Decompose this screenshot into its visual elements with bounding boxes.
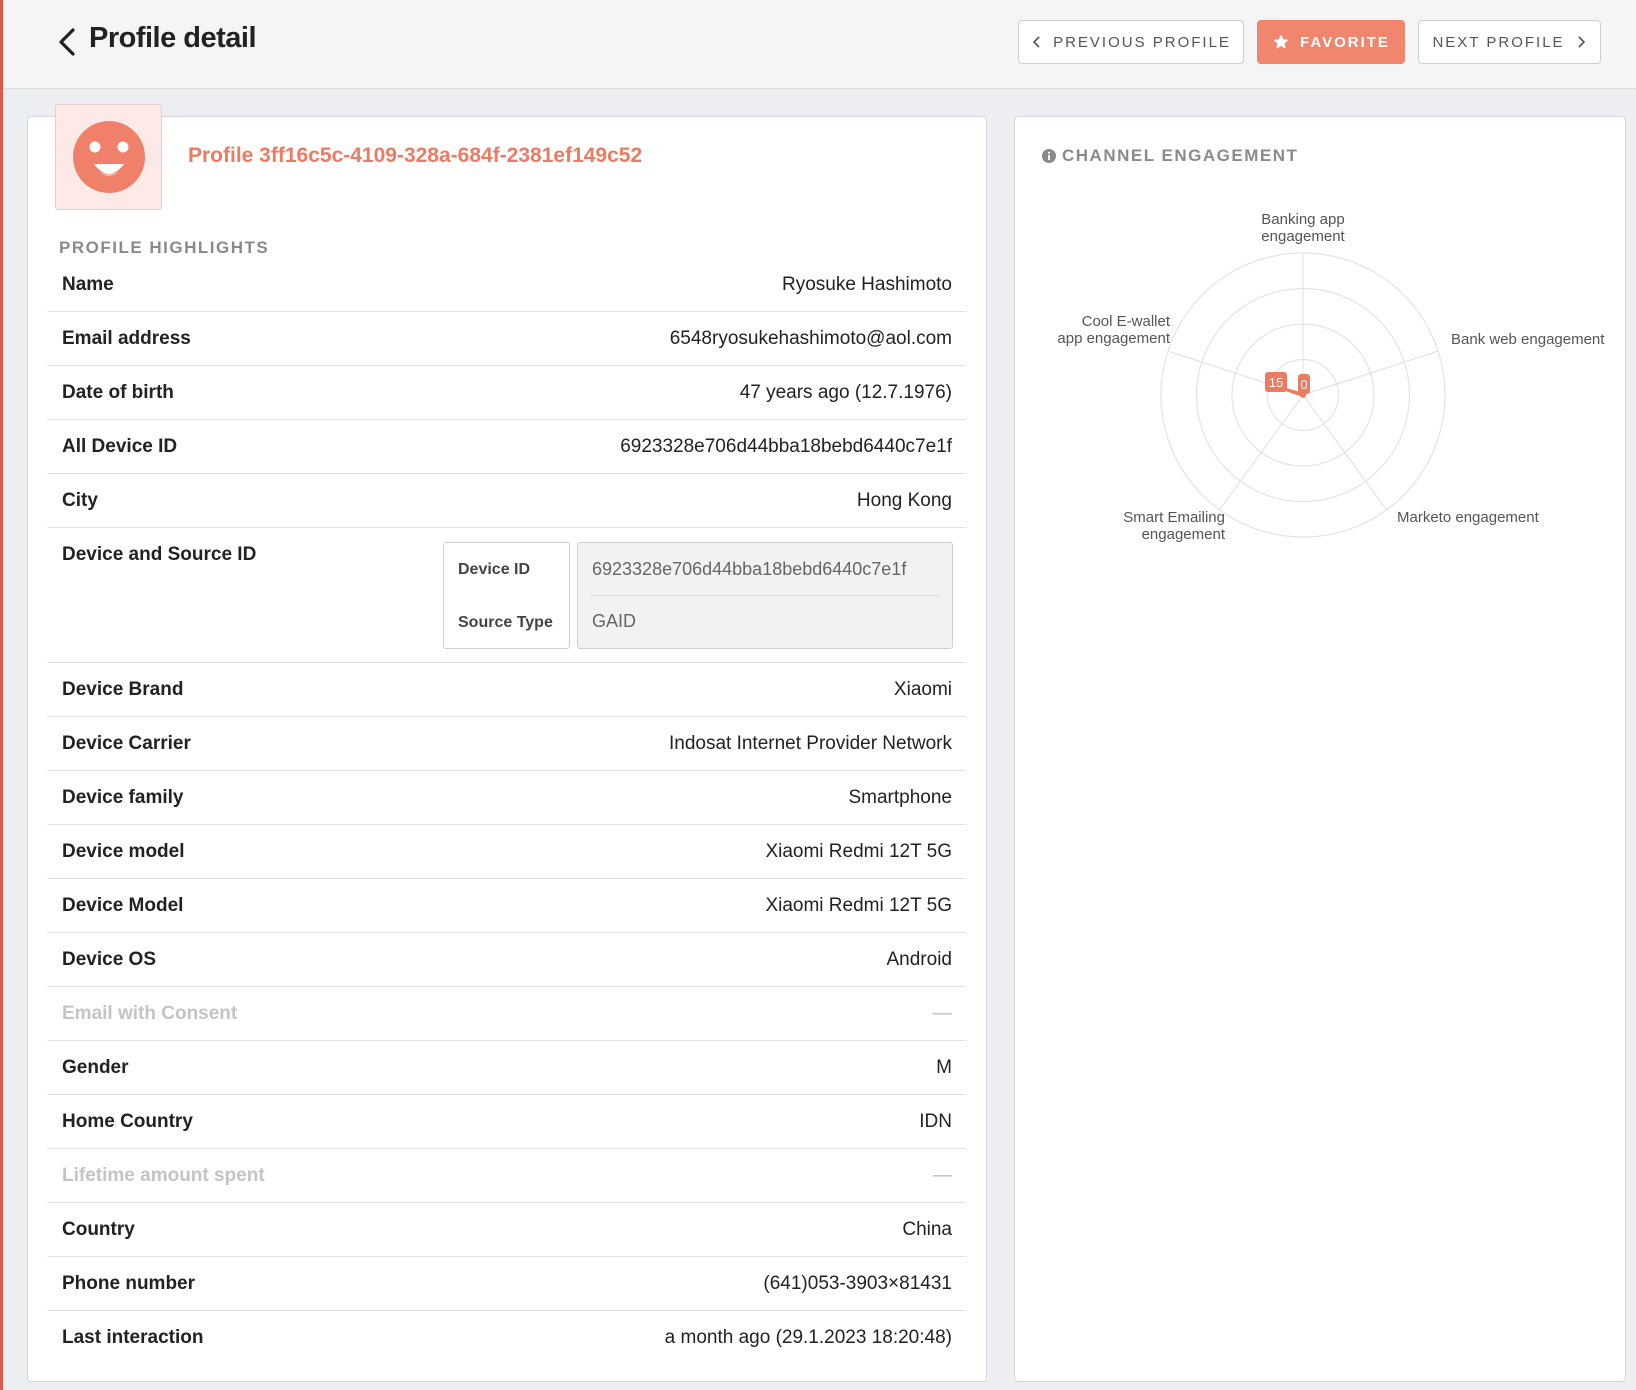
attribute-label: Gender — [62, 1057, 129, 1078]
left-accent-bar — [0, 0, 3, 1390]
attribute-row-gender: Gender M — [47, 1041, 966, 1095]
attribute-row-device-brand: Device Brand Xiaomi — [47, 663, 966, 717]
attribute-value: China — [902, 1219, 952, 1240]
radar-data-label: 0 — [1300, 377, 1307, 392]
attribute-row-phone-number: Phone number (641)053-3903×81431 — [47, 1257, 966, 1311]
attribute-label: Lifetime amount spent — [62, 1165, 265, 1186]
attribute-value: Ryosuke Hashimoto — [781, 274, 952, 295]
divider — [590, 595, 940, 596]
attribute-label: Date of birth — [62, 382, 174, 403]
attribute-value: — — [933, 1003, 952, 1024]
smiley-face-icon — [72, 121, 145, 193]
favorite-button[interactable]: FAVORITE — [1257, 20, 1405, 64]
previous-profile-label: PREVIOUS PROFILE — [1053, 33, 1231, 51]
attribute-row-device-carrier: Device Carrier Indosat Internet Provider… — [47, 717, 966, 771]
attribute-value: IDN — [919, 1111, 952, 1132]
attribute-label: Device model — [62, 841, 185, 862]
attribute-row-last-interaction: Last interaction a month ago (29.1.2023 … — [47, 1311, 966, 1365]
attribute-label: Device family — [62, 787, 184, 808]
attribute-row-date-of-birth: Date of birth 47 years ago (12.7.1976) — [47, 366, 966, 420]
attribute-value: (641)053-3903×81431 — [763, 1273, 952, 1294]
attribute-row-lifetime-amount-spent: Lifetime amount spent — — [47, 1149, 966, 1203]
attribute-value: Indosat Internet Provider Network — [668, 733, 952, 754]
attribute-label: Device Model — [62, 895, 184, 916]
favorite-label: FAVORITE — [1300, 33, 1390, 51]
attribute-label: City — [62, 490, 98, 511]
radar-axis-label: Banking app engagement — [1261, 211, 1345, 245]
radar-axis-label: Cool E-wallet app engagement — [1057, 313, 1170, 347]
attribute-row-city: City Hong Kong — [47, 474, 966, 528]
attribute-label: Home Country — [62, 1111, 193, 1132]
attribute-row-name: Name Ryosuke Hashimoto — [47, 258, 966, 312]
radar-axis-label: Bank web engagement — [1451, 331, 1605, 348]
device-source-labels: Device ID Source Type — [443, 542, 570, 649]
chevron-left-icon — [1032, 36, 1040, 48]
radar-axis-label: Smart Emailing engagement — [1123, 509, 1226, 543]
attribute-label: Device Carrier — [62, 733, 191, 754]
attribute-row-device-and-source-id: Device and Source ID Device ID Source Ty… — [47, 528, 966, 663]
attribute-label: All Device ID — [62, 436, 178, 457]
attribute-row-device-family: Device family Smartphone — [47, 771, 966, 825]
attribute-row-email-with-consent: Email with Consent — — [47, 987, 966, 1041]
device-id-label: Device ID — [458, 561, 531, 578]
radar-axis-line — [1302, 350, 1439, 396]
attribute-value: Xiaomi Redmi 12T 5G — [765, 895, 952, 916]
attribute-value: Xiaomi Redmi 12T 5G — [765, 841, 952, 862]
attribute-label: Phone number — [62, 1273, 196, 1294]
attribute-value: Hong Kong — [856, 490, 952, 511]
device-source-values: 6923328e706d44bba18bebd6440c7e1f GAID — [577, 542, 953, 649]
attribute-value: a month ago (29.1.2023 18:20:48) — [664, 1327, 952, 1348]
radar-data-label: 15 — [1269, 375, 1283, 390]
next-profile-button[interactable]: NEXT PROFILE — [1418, 20, 1601, 64]
avatar — [55, 104, 162, 210]
attribute-label: Last interaction — [62, 1327, 204, 1348]
profile-highlights-heading: PROFILE HIGHLIGHTS — [59, 238, 270, 257]
channel-engagement-radar-chart: Banking app engagement Bank web engagement… — [1057, 211, 1605, 543]
attribute-value: Xiaomi — [893, 679, 952, 700]
chevron-right-icon — [1577, 36, 1585, 48]
next-profile-label: NEXT PROFILE — [1432, 33, 1565, 51]
attribute-value: — — [933, 1165, 952, 1186]
attribute-value: 6548ryosukehashimoto@aol.com — [669, 328, 952, 349]
attribute-label: Email address — [62, 328, 191, 349]
page-title: Profile detail — [89, 22, 257, 54]
star-icon — [1273, 34, 1289, 49]
attribute-row-country: Country China — [47, 1203, 966, 1257]
attribute-row-device-model-alt: Device Model Xiaomi Redmi 12T 5G — [47, 879, 966, 933]
attribute-row-home-country: Home Country IDN — [47, 1095, 966, 1149]
attribute-row-email: Email address 6548ryosukehashimoto@aol.c… — [47, 312, 966, 366]
profile-id-title: Profile 3ff16c5c-4109-328a-684f-2381ef14… — [188, 144, 643, 167]
radar-axis-label: Marketo engagement — [1397, 509, 1540, 526]
attribute-value: Android — [886, 949, 953, 970]
attribute-label: Email with Consent — [62, 1003, 238, 1024]
back-arrow-icon[interactable] — [53, 24, 83, 60]
attribute-row-device-os: Device OS Android — [47, 933, 966, 987]
attribute-row-all-device-id: All Device ID 6923328e706d44bba18bebd644… — [47, 420, 966, 474]
source-type-value: GAID — [592, 611, 637, 631]
attribute-value: 6923328e706d44bba18bebd6440c7e1f — [620, 436, 952, 457]
attribute-label: Device OS — [62, 949, 156, 970]
attribute-label: Country — [62, 1219, 135, 1240]
attribute-label: Device and Source ID — [62, 544, 257, 565]
attribute-value: Smartphone — [848, 787, 952, 808]
attribute-label: Name — [62, 274, 114, 295]
attribute-value: M — [936, 1057, 952, 1078]
attribute-value: 47 years ago (12.7.1976) — [739, 382, 952, 403]
source-type-label: Source Type — [458, 614, 553, 631]
device-id-value: 6923328e706d44bba18bebd6440c7e1f — [592, 559, 907, 579]
previous-profile-button[interactable]: PREVIOUS PROFILE — [1018, 20, 1244, 64]
attribute-label: Device Brand — [62, 679, 184, 700]
attribute-row-device-model: Device model Xiaomi Redmi 12T 5G — [47, 825, 966, 879]
